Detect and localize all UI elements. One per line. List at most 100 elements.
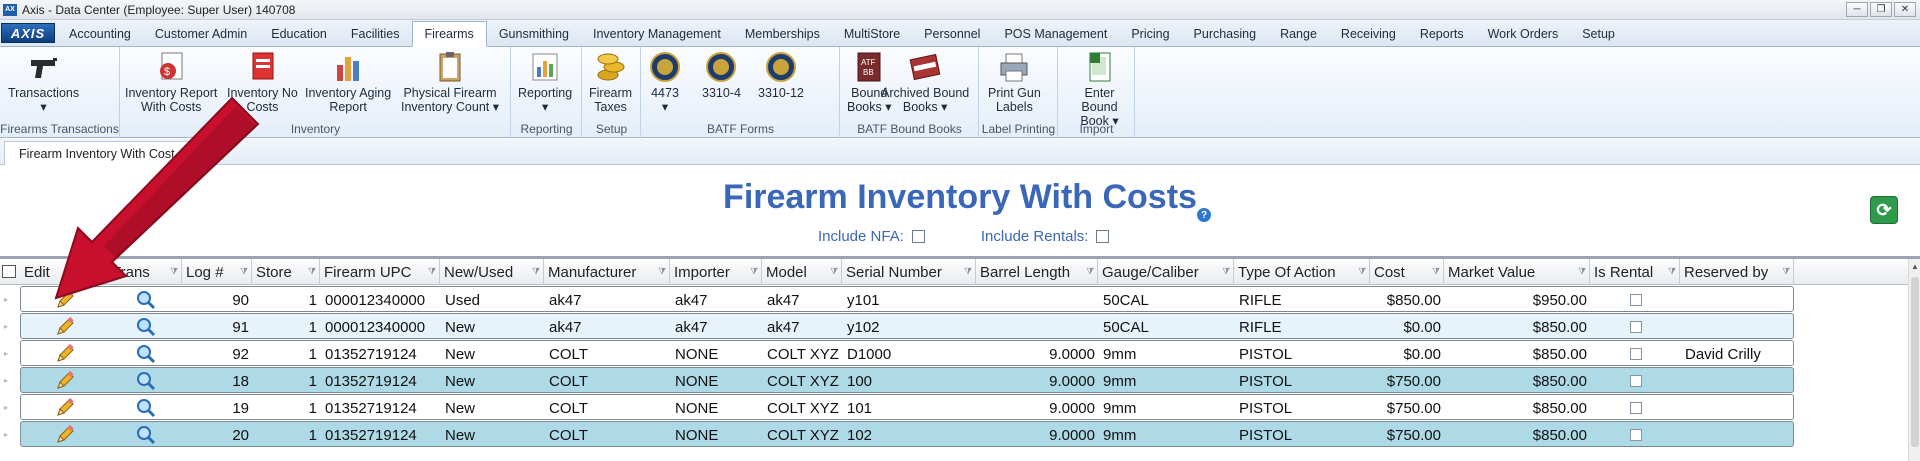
menu-tab-customer-admin[interactable]: Customer Admin: [143, 22, 259, 46]
column-filter-icon[interactable]: ⧩: [428, 267, 436, 276]
is-rental-checkbox[interactable]: [1630, 348, 1642, 360]
column-filter-icon[interactable]: ⧩: [1782, 267, 1790, 276]
minimize-icon[interactable]: ─: [1846, 2, 1868, 17]
menu-tab-pricing[interactable]: Pricing: [1119, 22, 1181, 46]
column-filter-icon[interactable]: ⧩: [96, 267, 104, 276]
menu-tab-inventory-management[interactable]: Inventory Management: [581, 22, 733, 46]
ribbon-button-inventory-report-with-costs[interactable]: $ Inventory Report With Costs: [125, 51, 217, 114]
transactions-magnifier-icon[interactable]: [109, 341, 183, 367]
edit-pencil-icon[interactable]: [21, 368, 109, 394]
ribbon-button-3310-4[interactable]: 3310-4: [702, 51, 741, 100]
edit-pencil-icon[interactable]: [21, 395, 109, 421]
column-header-firearm-upc[interactable]: Firearm UPC ⧩: [320, 259, 440, 285]
edit-pencil-icon[interactable]: [21, 422, 109, 448]
edit-pencil-icon[interactable]: [21, 341, 109, 367]
ribbon-button-inventory-no-costs[interactable]: Inventory No Costs: [227, 51, 298, 114]
edit-pencil-icon[interactable]: [21, 314, 109, 340]
column-header-log[interactable]: Log # ⧩: [182, 259, 252, 285]
column-filter-icon[interactable]: ⧩: [1358, 267, 1366, 276]
is-rental-checkbox[interactable]: [1630, 429, 1642, 441]
restore-icon[interactable]: ❐: [1870, 2, 1892, 17]
column-chooser-icon[interactable]: [2, 265, 16, 278]
column-header-is-rental[interactable]: Is Rental ⧩: [1590, 259, 1680, 285]
ribbon-button-print-gun-labels[interactable]: Print Gun Labels: [988, 51, 1041, 114]
column-filter-icon[interactable]: ⧩: [964, 267, 972, 276]
vertical-scrollbar[interactable]: ▲: [1908, 259, 1920, 461]
doc-tab-firearm-inventory[interactable]: Firearm Inventory With Cost: [4, 141, 190, 165]
column-header-type-of-action[interactable]: Type Of Action ⧩: [1234, 259, 1370, 285]
menu-tab-setup[interactable]: Setup: [1570, 22, 1627, 46]
transactions-magnifier-icon[interactable]: [109, 314, 183, 340]
column-filter-icon[interactable]: ⧩: [1432, 267, 1440, 276]
column-header-reserved-by[interactable]: Reserved by ⧩: [1680, 259, 1794, 285]
column-filter-icon[interactable]: ⧩: [750, 267, 758, 276]
close-icon[interactable]: ✕: [1894, 2, 1916, 17]
column-filter-icon[interactable]: ⧩: [170, 267, 178, 276]
ribbon-button-archived-bound-books[interactable]: Archived Bound Books ▾: [881, 51, 969, 114]
menu-tab-firearms[interactable]: Firearms: [411, 21, 487, 47]
ribbon-button-transactions[interactable]: Transactions ▾: [8, 51, 79, 114]
menu-tab-purchasing[interactable]: Purchasing: [1182, 22, 1269, 46]
column-header-trans[interactable]: Trans ⧩: [108, 259, 182, 285]
column-header-edit[interactable]: Edit ⧩: [20, 259, 108, 285]
menu-tab-reports[interactable]: Reports: [1408, 22, 1476, 46]
column-filter-icon[interactable]: ⧩: [308, 267, 316, 276]
scroll-up-icon[interactable]: ▲: [1909, 259, 1920, 273]
menu-tab-receiving[interactable]: Receiving: [1329, 22, 1408, 46]
column-filter-icon[interactable]: ⧩: [1578, 267, 1586, 276]
menu-tab-memberships[interactable]: Memberships: [733, 22, 832, 46]
table-row[interactable]: 18 1 01352719124 New COLT NONE COLT XYZ 100 9.00…: [20, 367, 1794, 393]
column-header-cost[interactable]: Cost ⧩: [1370, 259, 1444, 285]
transactions-magnifier-icon[interactable]: [109, 368, 183, 394]
transactions-magnifier-icon[interactable]: [109, 287, 183, 313]
column-header-market-value[interactable]: Market Value ⧩: [1444, 259, 1590, 285]
scroll-thumb[interactable]: [1911, 277, 1919, 447]
column-filter-icon[interactable]: ⧩: [1222, 267, 1230, 276]
menu-tab-range[interactable]: Range: [1268, 22, 1329, 46]
table-row[interactable]: 91 1 000012340000 New ak47 ak47 ak47 y102 50CAL R…: [20, 313, 1794, 339]
is-rental-checkbox[interactable]: [1630, 294, 1642, 306]
ribbon-button-firearm-taxes[interactable]: Firearm Taxes: [589, 51, 632, 114]
ribbon-button-reporting[interactable]: Reporting ▾: [518, 51, 572, 114]
ribbon-button-4473[interactable]: 4473 ▾: [648, 51, 682, 114]
table-row[interactable]: 92 1 01352719124 New COLT NONE COLT XYZ D1000 9.…: [20, 340, 1794, 366]
menu-tab-personnel[interactable]: Personnel: [912, 22, 992, 46]
column-filter-icon[interactable]: ⧩: [658, 267, 666, 276]
column-header-serial-number[interactable]: Serial Number ⧩: [842, 259, 976, 285]
column-header-importer[interactable]: Importer ⧩: [670, 259, 762, 285]
transactions-magnifier-icon[interactable]: [109, 422, 183, 448]
menu-tab-work-orders[interactable]: Work Orders: [1476, 22, 1571, 46]
column-filter-icon[interactable]: ⧩: [240, 267, 248, 276]
is-rental-checkbox[interactable]: [1630, 321, 1642, 333]
refresh-button[interactable]: ⟳: [1870, 196, 1898, 224]
menu-tab-accounting[interactable]: Accounting: [57, 22, 143, 46]
menu-tab-facilities[interactable]: Facilities: [339, 22, 412, 46]
ribbon-button-enter-bound-book[interactable]: Enter Bound Book ▾: [1065, 51, 1134, 128]
include-nfa-checkbox[interactable]: [911, 230, 925, 243]
edit-pencil-icon[interactable]: [21, 287, 109, 313]
help-icon[interactable]: ?: [1197, 208, 1211, 222]
is-rental-checkbox[interactable]: [1630, 375, 1642, 387]
column-header-barrel-length[interactable]: Barrel Length ⧩: [976, 259, 1098, 285]
transactions-magnifier-icon[interactable]: [109, 395, 183, 421]
column-filter-icon[interactable]: ⧩: [1668, 267, 1676, 276]
column-header-manufacturer[interactable]: Manufacturer ⧩: [544, 259, 670, 285]
ribbon-button-inventory-aging-report[interactable]: Inventory Aging Report: [305, 51, 391, 114]
column-filter-icon[interactable]: ⧩: [1086, 267, 1094, 276]
ribbon-button-physical-firearm-inventory-count[interactable]: Physical Firearm Inventory Count ▾: [401, 51, 499, 114]
table-row[interactable]: 19 1 01352719124 New COLT NONE COLT XYZ 101 9.00…: [20, 394, 1794, 420]
table-row[interactable]: 20 1 01352719124 New COLT NONE COLT XYZ 102 9.00…: [20, 421, 1794, 447]
is-rental-checkbox[interactable]: [1630, 402, 1642, 414]
column-filter-icon[interactable]: ⧩: [532, 267, 540, 276]
ribbon-button-3310-12[interactable]: 3310-12: [758, 51, 804, 100]
column-header-gauge-caliber[interactable]: Gauge/Caliber ⧩: [1098, 259, 1234, 285]
column-filter-icon[interactable]: ⧩: [830, 267, 838, 276]
menu-tab-pos-management[interactable]: POS Management: [992, 22, 1119, 46]
menu-tab-multistore[interactable]: MultiStore: [832, 22, 912, 46]
column-header-store[interactable]: Store ⧩: [252, 259, 320, 285]
include-rentals-checkbox[interactable]: [1096, 230, 1110, 243]
menu-tab-education[interactable]: Education: [259, 22, 339, 46]
column-header-new-used[interactable]: New/Used ⧩: [440, 259, 544, 285]
column-header-model[interactable]: Model ⧩: [762, 259, 842, 285]
menu-tab-gunsmithing[interactable]: Gunsmithing: [487, 22, 581, 46]
